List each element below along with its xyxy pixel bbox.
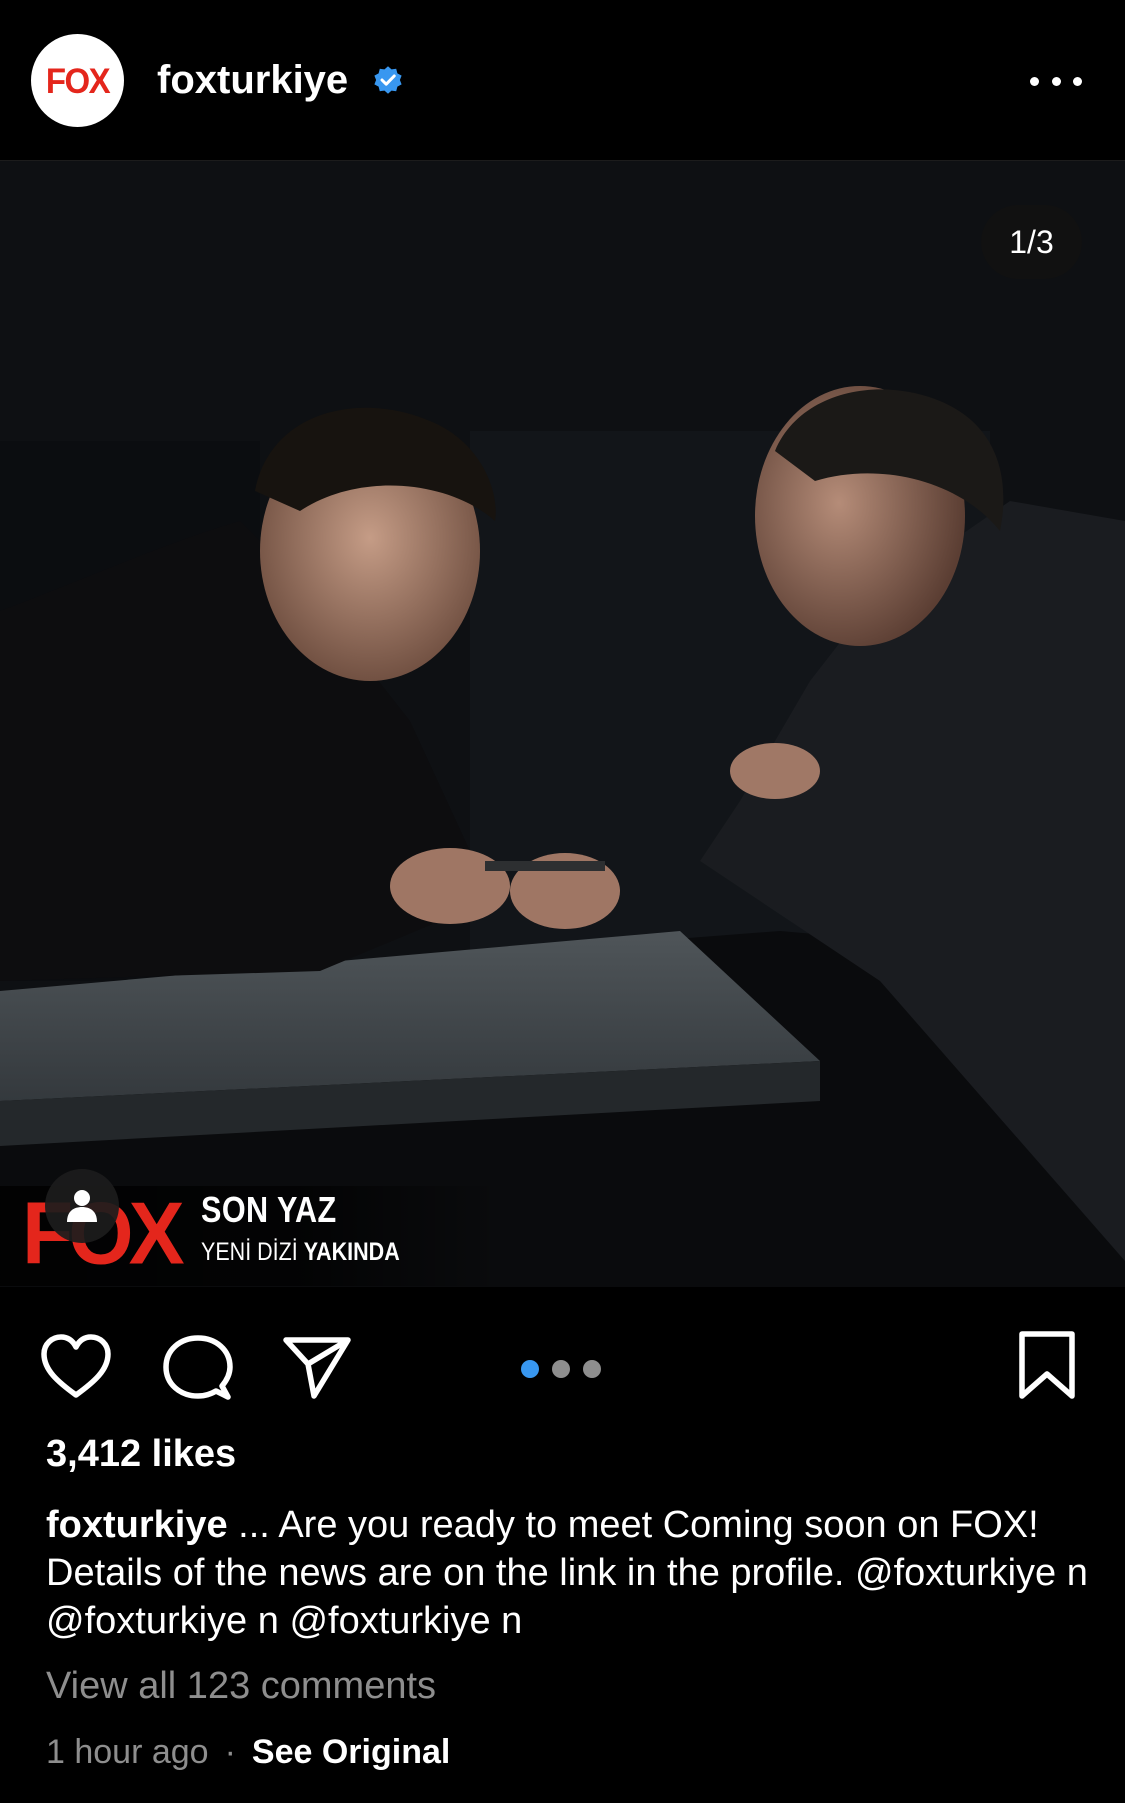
profile-avatar[interactable]: FOX — [31, 34, 124, 127]
more-dot — [1051, 76, 1061, 86]
carousel-dot — [552, 1360, 570, 1378]
action-bar — [0, 1300, 1125, 1420]
view-all-comments-link[interactable]: View all 123 comments — [46, 1665, 436, 1708]
post-image[interactable]: 1/3 FOX SON YAZ YENİ DİZİ YAKINDA — [0, 161, 1125, 1287]
show-subtitle: YENİ DİZİ YAKINDA — [201, 1238, 400, 1267]
likes-count[interactable]: 3,412 likes — [46, 1433, 236, 1476]
post-photo-scene — [0, 161, 1125, 1287]
verified-badge-icon — [374, 66, 402, 94]
caption-username[interactable]: foxturkiye — [46, 1504, 228, 1546]
post-header: FOX foxturkiye — [0, 0, 1125, 161]
post-username[interactable]: foxturkiye — [157, 56, 348, 104]
more-options-icon[interactable] — [1030, 66, 1082, 96]
comment-icon[interactable] — [160, 1330, 236, 1406]
more-dot — [1073, 76, 1082, 86]
meta-separator: · — [224, 1733, 236, 1771]
post-timestamp: 1 hour ago — [46, 1733, 209, 1771]
carousel-dots — [521, 1360, 601, 1378]
share-icon[interactable] — [278, 1330, 354, 1406]
show-subtitle-light: YENİ DİZİ — [201, 1238, 298, 1266]
more-dot — [1030, 76, 1039, 86]
post-caption: foxturkiye ... Are you ready to meet Com… — [46, 1501, 1096, 1645]
person-icon — [67, 1190, 97, 1222]
carousel-dot — [583, 1360, 601, 1378]
bookmark-icon[interactable] — [1010, 1328, 1084, 1402]
carousel-counter-badge: 1/3 — [981, 205, 1082, 279]
post-meta-row: 1 hour ago · See Original — [46, 1733, 450, 1772]
show-title: SON YAZ — [201, 1189, 337, 1230]
show-subtitle-bold: YAKINDA — [303, 1238, 400, 1266]
heart-icon[interactable] — [38, 1330, 114, 1406]
avatar-logo-text: FOX — [45, 59, 111, 100]
user-tag-icon[interactable] — [45, 1169, 119, 1243]
carousel-dot — [521, 1360, 539, 1378]
see-original-button[interactable]: See Original — [252, 1733, 450, 1772]
